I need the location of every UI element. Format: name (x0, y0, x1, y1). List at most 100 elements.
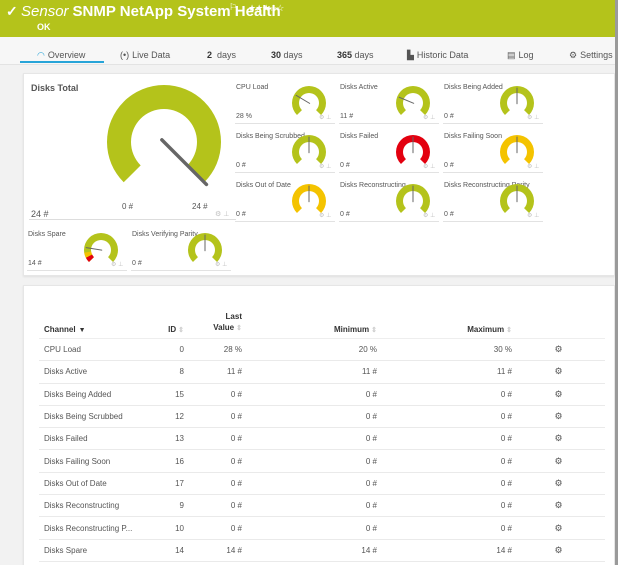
tab-number: 2 (207, 50, 213, 60)
tab-2-days[interactable]: 2 days (207, 50, 236, 60)
gear-icon[interactable]: ⚙ (527, 164, 532, 170)
cell-channel[interactable]: Disks Being Scrubbed (39, 405, 149, 429)
mini-gauge-tile[interactable]: CPU Load 28 % ⚙ ⊥ (235, 76, 336, 124)
tab-settings[interactable]: ⚙ Settings (569, 50, 613, 61)
channel-settings-button[interactable]: ⚙ (512, 516, 605, 540)
gauge-controls[interactable]: ⚙ ⊥ (527, 212, 539, 219)
cell-channel[interactable]: Disks Active (39, 360, 149, 384)
column-header-maximum[interactable]: Maximum ⇕ (377, 311, 512, 339)
gauge-controls[interactable]: ⚙ ⊥ (423, 114, 435, 121)
gauge-controls[interactable]: ⚙ ⊥ (215, 210, 229, 218)
table-row[interactable]: Disks Out of Date 17 0 #0 #0 # ⚙ (39, 472, 605, 496)
big-gauge (107, 85, 221, 187)
mini-gauge-tile[interactable]: Disks Spare 14 # ⚙ ⊥ (27, 223, 128, 271)
cell-channel[interactable]: Disks Spare (39, 539, 149, 562)
table-row[interactable]: Disks Reconstructing P... 10 0 #0 #0 # ⚙ (39, 516, 605, 540)
channel-settings-button[interactable]: ⚙ (512, 405, 605, 429)
gear-icon[interactable]: ⚙ (319, 213, 324, 219)
gauge-controls[interactable]: ⚙ ⊥ (423, 212, 435, 219)
column-header-id[interactable]: ID ⇕ (149, 311, 184, 339)
pin-icon[interactable]: ⊥ (430, 115, 435, 121)
mini-gauge-tile[interactable]: Disks Out of Date 0 # ⚙ ⊥ (235, 174, 336, 222)
gauge-controls[interactable]: ⚙ ⊥ (111, 261, 123, 268)
cell-channel[interactable]: Disks Failed (39, 427, 149, 451)
tab-historic-data[interactable]: ▙ Historic Data (407, 50, 468, 61)
tab-30-days[interactable]: 30 days (271, 50, 303, 60)
channel-settings-button[interactable]: ⚙ (512, 383, 605, 406)
gauge-controls[interactable]: ⚙ ⊥ (319, 212, 331, 219)
channel-settings-button[interactable]: ⚙ (512, 427, 605, 451)
pin-icon[interactable]: ⊥ (430, 213, 435, 219)
channel-settings-button[interactable]: ⚙ (512, 472, 605, 496)
pin-icon[interactable]: ⊥ (326, 213, 331, 219)
gear-icon[interactable]: ⚙ (423, 115, 428, 121)
column-header-channel[interactable]: Channel ▼ (39, 311, 149, 339)
cell-channel[interactable]: Disks Failing Soon (39, 449, 149, 473)
priority-stars[interactable]: ★★★☆☆ (248, 3, 284, 14)
tab-log[interactable]: ▤ Log (507, 50, 534, 61)
cell-id: 14 (149, 539, 184, 562)
tab-label: Historic Data (416, 50, 469, 60)
cell-channel[interactable]: CPU Load (39, 338, 149, 362)
pin-icon[interactable]: ⊥ (534, 213, 539, 219)
channel-settings-button[interactable]: ⚙ (512, 539, 605, 562)
pin-icon[interactable]: ⊥ (118, 262, 123, 268)
mini-gauge-tile[interactable]: Disks Verifying Parity 0 # ⚙ ⊥ (131, 223, 232, 271)
table-row[interactable]: Disks Being Scrubbed 12 0 #0 #0 # ⚙ (39, 405, 605, 429)
mini-gauge-tile[interactable]: Disks Failing Soon 0 # ⚙ ⊥ (443, 125, 544, 173)
cell-channel[interactable]: Disks Being Added (39, 383, 149, 406)
tab-live-data[interactable]: (•) Live Data (120, 50, 170, 60)
tab-overview[interactable]: ◠ Overview (37, 50, 85, 61)
tab-365-days[interactable]: 365 days (337, 50, 374, 60)
pin-icon[interactable]: ⊥ (223, 211, 229, 218)
gear-icon[interactable]: ⚙ (111, 262, 116, 268)
cell-channel[interactable]: Disks Reconstructing P... (39, 516, 149, 540)
gauge-controls[interactable]: ⚙ ⊥ (423, 163, 435, 170)
gauge-controls[interactable]: ⚙ ⊥ (319, 114, 331, 121)
mini-gauge-tile[interactable]: Disks Failed 0 # ⚙ ⊥ (339, 125, 440, 173)
table-row[interactable]: Disks Reconstructing 9 0 #0 #0 # ⚙ (39, 494, 605, 518)
mini-gauge-tile[interactable]: Disks Being Scrubbed 0 # ⚙ ⊥ (235, 125, 336, 173)
channel-settings-button[interactable]: ⚙ (512, 338, 605, 362)
channel-settings-button[interactable]: ⚙ (512, 360, 605, 384)
gear-icon[interactable]: ⚙ (319, 115, 324, 121)
column-header-last-value[interactable]: Last Value ⇕ (184, 311, 242, 339)
mini-gauge-tile[interactable]: Disks Reconstructing Parity 0 # ⚙ ⊥ (443, 174, 544, 222)
gauge-controls[interactable]: ⚙ ⊥ (527, 114, 539, 121)
table-row[interactable]: Disks Failing Soon 16 0 #0 #0 # ⚙ (39, 449, 605, 473)
table-row[interactable]: Disks Failed 13 0 #0 #0 # ⚙ (39, 427, 605, 451)
channel-settings-button[interactable]: ⚙ (512, 494, 605, 518)
pin-icon[interactable]: ⊥ (222, 262, 227, 268)
mini-gauge-tile[interactable]: Disks Being Added 0 # ⚙ ⊥ (443, 76, 544, 124)
pin-icon[interactable]: ⊥ (534, 115, 539, 121)
mini-gauge-tile[interactable]: Disks Active 11 # ⚙ ⊥ (339, 76, 440, 124)
gear-icon[interactable]: ⚙ (423, 164, 428, 170)
gear-icon[interactable]: ⚙ (527, 213, 532, 219)
table-row[interactable]: Disks Spare 14 14 #14 #14 # ⚙ (39, 539, 605, 562)
active-tab-indicator (20, 61, 104, 63)
sort-down-icon: ▼ (78, 327, 86, 334)
divider (235, 172, 335, 173)
table-row[interactable]: Disks Active 8 11 #11 #11 # ⚙ (39, 360, 605, 384)
gauge-controls[interactable]: ⚙ ⊥ (527, 163, 539, 170)
gear-icon[interactable]: ⚙ (527, 115, 532, 121)
flag-icon[interactable]: ⚐ (229, 2, 237, 13)
channel-settings-button[interactable]: ⚙ (512, 449, 605, 473)
cell-channel[interactable]: Disks Reconstructing (39, 494, 149, 518)
gear-icon[interactable]: ⚙ (215, 211, 221, 218)
table-row[interactable]: CPU Load 0 28 % 20 % 30 % ⚙ (39, 338, 605, 362)
area-chart-icon: ▙ (407, 50, 414, 60)
mini-gauge-tile[interactable]: Disks Reconstructing 0 # ⚙ ⊥ (339, 174, 440, 222)
gear-icon[interactable]: ⚙ (423, 213, 428, 219)
gear-icon[interactable]: ⚙ (215, 262, 220, 268)
pin-icon[interactable]: ⊥ (326, 164, 331, 170)
gauge-controls[interactable]: ⚙ ⊥ (319, 163, 331, 170)
pin-icon[interactable]: ⊥ (326, 115, 331, 121)
gear-icon[interactable]: ⚙ (319, 164, 324, 170)
column-header-minimum[interactable]: Minimum ⇕ (242, 311, 377, 339)
table-row[interactable]: Disks Being Added 15 0 #0 #0 # ⚙ (39, 383, 605, 406)
pin-icon[interactable]: ⊥ (534, 164, 539, 170)
pin-icon[interactable]: ⊥ (430, 164, 435, 170)
gauge-controls[interactable]: ⚙ ⊥ (215, 261, 227, 268)
cell-channel[interactable]: Disks Out of Date (39, 472, 149, 496)
